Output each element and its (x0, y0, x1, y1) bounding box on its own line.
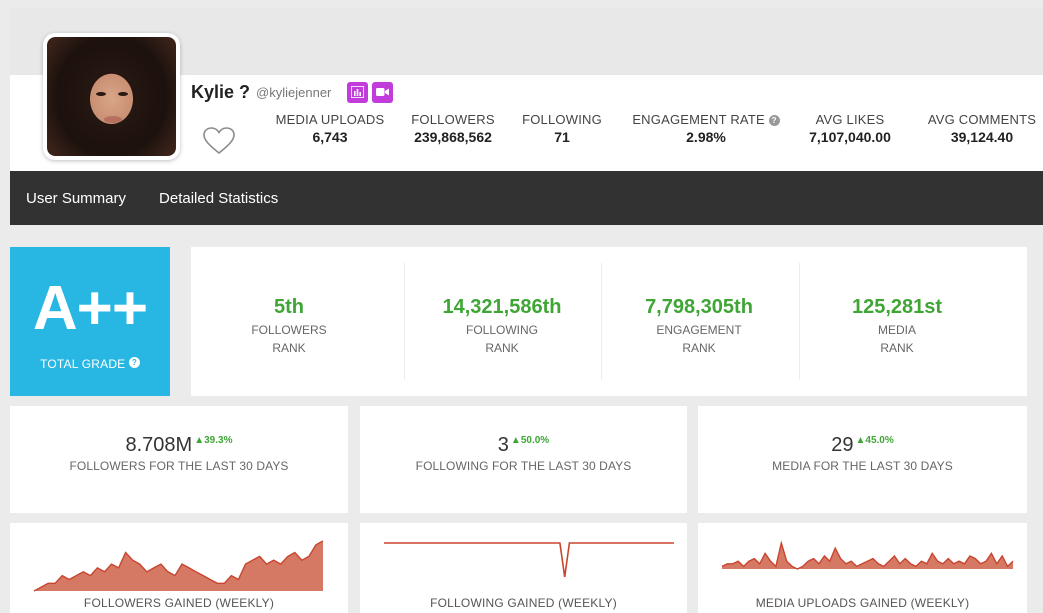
following-last-30-days-card: 3 ▲50.0% FOLLOWING FOR THE LAST 30 DAYS (360, 406, 687, 513)
chart-button[interactable] (347, 81, 369, 103)
following-gained-chart[interactable] (360, 523, 687, 593)
kpi-change: ▲45.0% (855, 435, 894, 446)
nav-user-summary[interactable]: User Summary (26, 190, 126, 207)
rank-following: 14,321,586th FOLLOWING RANK (404, 247, 600, 396)
heart-icon[interactable] (203, 127, 235, 155)
kpi-value: 8.708M (125, 434, 193, 456)
chart-button-icon (351, 86, 365, 98)
media-uploads-gained-chart-card: MEDIA UPLOADS GAINED (WEEKLY) (698, 523, 1027, 613)
total-grade-value: A++ (32, 274, 148, 343)
total-grade-card: A++ TOTAL GRADE ? (10, 247, 170, 396)
profile-username[interactable]: @kyliejenner (256, 85, 331, 100)
kpi-change: ▲39.3% (194, 435, 233, 446)
kpi-change: ▲50.0% (510, 435, 550, 446)
rank-label: MEDIA (877, 323, 916, 337)
avatar-lips (103, 115, 122, 123)
stat-following: FOLLOWING 71 (518, 112, 606, 145)
kpi-value-row: 3 ▲50.0% (360, 434, 687, 457)
rank-value: 14,321,586th (442, 296, 562, 318)
stat-label: AVG LIKES (815, 112, 885, 127)
rank-label: RANK (272, 341, 306, 355)
help-icon[interactable]: ? (128, 357, 140, 368)
kpi-value: 3 (497, 434, 509, 456)
kpi-value: 29 (831, 434, 854, 456)
chart-title: FOLLOWERS GAINED (WEEKLY) (83, 596, 275, 610)
stat-avg-comments: AVG COMMENTS 39,124.40 (923, 112, 1041, 145)
followers-gained-chart[interactable] (10, 523, 348, 593)
media-last-30-days-card: 29 ▲45.0% MEDIA FOR THE LAST 30 DAYS (698, 406, 1027, 513)
rank-media: 125,281st MEDIA RANK (799, 247, 995, 396)
rank-label: RANK (880, 341, 914, 355)
rank-label: RANK (682, 341, 716, 355)
rank-engagement: 7,798,305th ENGAGEMENT RANK (601, 247, 797, 396)
chart-line (384, 542, 674, 578)
followers-last-30-days-card: 8.708M ▲39.3% FOLLOWERS FOR THE LAST 30 D… (10, 406, 348, 513)
rank-label: ENGAGEMENT (656, 323, 742, 337)
rank-label: FOLLOWERS (251, 323, 327, 337)
avatar-eye (96, 91, 107, 96)
avatar-eye (117, 91, 128, 96)
followers-gained-chart-card: FOLLOWERS GAINED (WEEKLY) (10, 523, 348, 613)
main-nav: User Summary Detailed Statistics (10, 171, 1043, 225)
stat-label: ENGAGEMENT RATE ? (622, 112, 790, 127)
page: Kylie ? @kyliejenner MEDIA UPLOADS 6,743… (10, 8, 1043, 613)
stat-media-uploads: MEDIA UPLOADS 6,743 (262, 112, 398, 145)
stat-value: 39,124.40 (950, 129, 1014, 145)
stat-value: 71 (554, 129, 570, 145)
total-grade-label-text: TOTAL GRADE (40, 357, 126, 371)
profile-display-name: Kylie ? (191, 81, 251, 102)
kpi-value-row: 8.708M ▲39.3% (10, 434, 348, 457)
chart-title: MEDIA UPLOADS GAINED (WEEKLY) (755, 596, 970, 610)
ranks-card: 5th FOLLOWERS RANK 14,321,586th FOLLOWIN… (191, 247, 1027, 396)
stat-label: FOLLOWING (522, 112, 602, 127)
help-icon[interactable]: ? (768, 115, 780, 126)
stat-label: FOLLOWERS (411, 112, 495, 127)
rank-value: 7,798,305th (645, 296, 753, 318)
chart-title: FOLLOWING GAINED (WEEKLY) (430, 596, 617, 610)
stat-label-text: ENGAGEMENT RATE (632, 112, 765, 127)
rank-value: 125,281st (851, 296, 943, 318)
stat-value: 239,868,562 (414, 129, 492, 145)
rank-value: 5th (274, 296, 304, 318)
following-gained-chart-card: FOLLOWING GAINED (WEEKLY) (360, 523, 687, 613)
stat-label: AVG COMMENTS (927, 112, 1037, 127)
chart-area (34, 541, 323, 591)
media-uploads-gained-chart[interactable] (698, 523, 1027, 593)
video-button-icon (376, 88, 390, 96)
kpi-caption: FOLLOWING FOR THE LAST 30 DAYS (415, 459, 632, 473)
kpi-value-row: 29 ▲45.0% (698, 434, 1027, 457)
nav-detailed-statistics[interactable]: Detailed Statistics (159, 190, 278, 207)
rank-followers: 5th FOLLOWERS RANK (191, 247, 387, 396)
stat-value: 6,743 (312, 129, 348, 145)
avatar[interactable] (43, 33, 180, 160)
kpi-caption: MEDIA FOR THE LAST 30 DAYS (772, 459, 953, 473)
total-grade-label: TOTAL GRADE ? (10, 357, 170, 371)
profile-name-row: Kylie ? @kyliejenner (191, 81, 397, 103)
avatar-image (47, 37, 176, 156)
stat-followers: FOLLOWERS 239,868,562 (403, 112, 503, 145)
stat-value: 2.98% (686, 129, 726, 145)
stat-label: MEDIA UPLOADS (275, 112, 385, 127)
video-button[interactable] (372, 81, 394, 103)
rank-label: RANK (485, 341, 519, 355)
rank-label: FOLLOWING (465, 323, 538, 337)
stat-engagement-rate: ENGAGEMENT RATE ? 2.98% (622, 112, 790, 145)
stat-avg-likes: AVG LIKES 7,107,040.00 (800, 112, 900, 145)
stat-value: 7,107,040.00 (809, 129, 891, 145)
kpi-caption: FOLLOWERS FOR THE LAST 30 DAYS (69, 459, 289, 473)
